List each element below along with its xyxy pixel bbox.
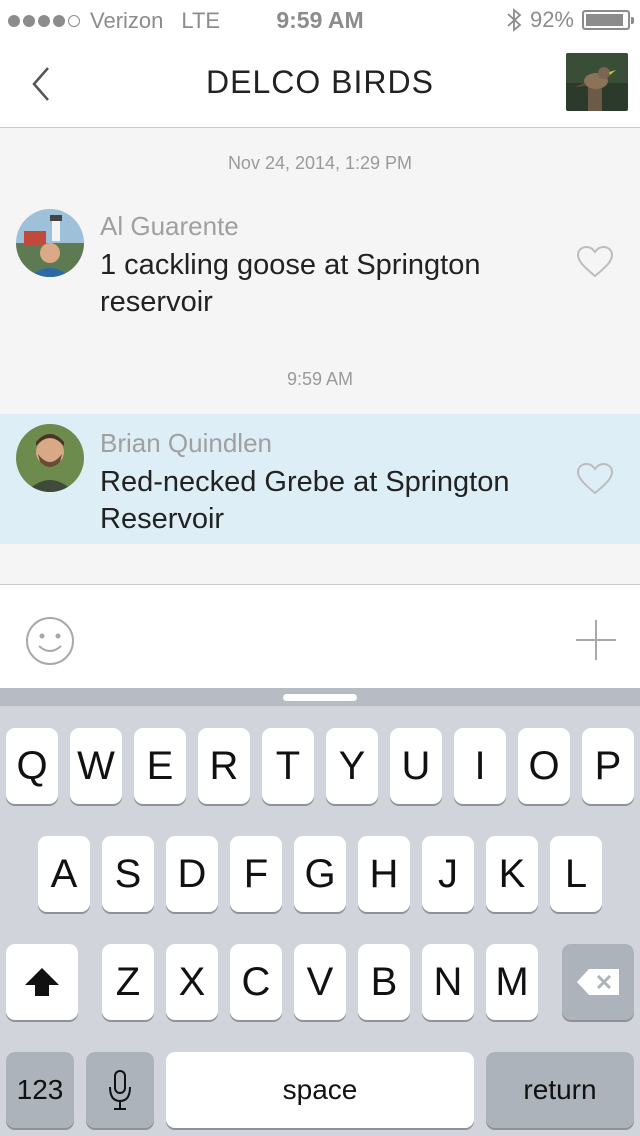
- key-l[interactable]: L: [550, 836, 602, 912]
- shift-arrow-icon: [25, 968, 59, 996]
- key-b[interactable]: B: [358, 944, 410, 1020]
- keyboard-handle[interactable]: [283, 694, 357, 701]
- status-bar: Verizon LTE 9:59 AM 92%: [0, 0, 640, 40]
- avatar[interactable]: [16, 424, 84, 492]
- key-u[interactable]: U: [390, 728, 442, 804]
- key-e[interactable]: E: [134, 728, 186, 804]
- message-author: Al Guarente: [100, 211, 239, 241]
- plus-icon[interactable]: [574, 618, 618, 662]
- group-avatar[interactable]: [566, 53, 628, 111]
- key-j[interactable]: J: [422, 836, 474, 912]
- backspace-key[interactable]: [562, 944, 634, 1020]
- key-h[interactable]: H: [358, 836, 410, 912]
- dictation-key[interactable]: [86, 1052, 154, 1128]
- numbers-key[interactable]: 123: [6, 1052, 74, 1128]
- battery-fill: [586, 14, 623, 26]
- space-key[interactable]: space: [166, 1052, 474, 1128]
- key-t[interactable]: T: [262, 728, 314, 804]
- avatar[interactable]: [16, 209, 84, 277]
- message-text: 1 cackling goose at Springton reservoir: [100, 249, 481, 318]
- key-q[interactable]: Q: [6, 728, 58, 804]
- navigation-bar: DELCO BIRDS: [0, 40, 640, 128]
- message-item-highlighted[interactable]: Brian Quindlen Red-necked Grebe at Sprin…: [0, 414, 640, 544]
- key-w[interactable]: W: [70, 728, 122, 804]
- battery-percent: 92%: [529, 7, 574, 32]
- smiley-icon[interactable]: [24, 615, 76, 667]
- page-title: DELCO BIRDS: [206, 64, 434, 100]
- message-author: Brian Quindlen: [100, 428, 272, 458]
- key-m[interactable]: M: [486, 944, 538, 1020]
- key-r[interactable]: R: [198, 728, 250, 804]
- key-o[interactable]: O: [518, 728, 570, 804]
- shift-key[interactable]: [6, 944, 78, 1020]
- timestamp: Nov 24, 2014, 1:29 PM: [227, 153, 413, 173]
- backspace-icon: [577, 969, 619, 995]
- heart-outline-icon[interactable]: [576, 245, 614, 279]
- key-n[interactable]: N: [422, 944, 474, 1020]
- key-i[interactable]: I: [454, 728, 506, 804]
- key-g[interactable]: G: [294, 836, 346, 912]
- timestamp: 9:59 AM: [286, 369, 354, 389]
- key-z[interactable]: Z: [102, 944, 154, 1020]
- key-v[interactable]: V: [294, 944, 346, 1020]
- message-composer[interactable]: [0, 584, 640, 688]
- heart-outline-icon[interactable]: [576, 462, 614, 496]
- microphone-icon: [109, 1070, 131, 1110]
- return-key[interactable]: return: [486, 1052, 634, 1128]
- bluetooth-icon: [507, 8, 522, 32]
- battery-icon: [582, 10, 634, 30]
- key-p[interactable]: P: [582, 728, 634, 804]
- key-d[interactable]: D: [166, 836, 218, 912]
- message-text: Red-necked Grebe at Springton Reservoir: [100, 466, 510, 535]
- status-right: 92%: [506, 7, 634, 33]
- bird-photo-icon: [566, 53, 628, 111]
- key-c[interactable]: C: [230, 944, 282, 1020]
- key-y[interactable]: Y: [326, 728, 378, 804]
- key-s[interactable]: S: [102, 836, 154, 912]
- key-x[interactable]: X: [166, 944, 218, 1020]
- key-k[interactable]: K: [486, 836, 538, 912]
- key-f[interactable]: F: [230, 836, 282, 912]
- key-a[interactable]: A: [38, 836, 90, 912]
- message-item[interactable]: Al Guarente 1 cackling goose at Springto…: [0, 199, 640, 329]
- message-list[interactable]: Nov 24, 2014, 1:29 PM Al Guarente 1 cack…: [0, 129, 640, 584]
- keyboard[interactable]: Q W E R T Y U I O P A S D F G H J K L Z …: [0, 688, 640, 1136]
